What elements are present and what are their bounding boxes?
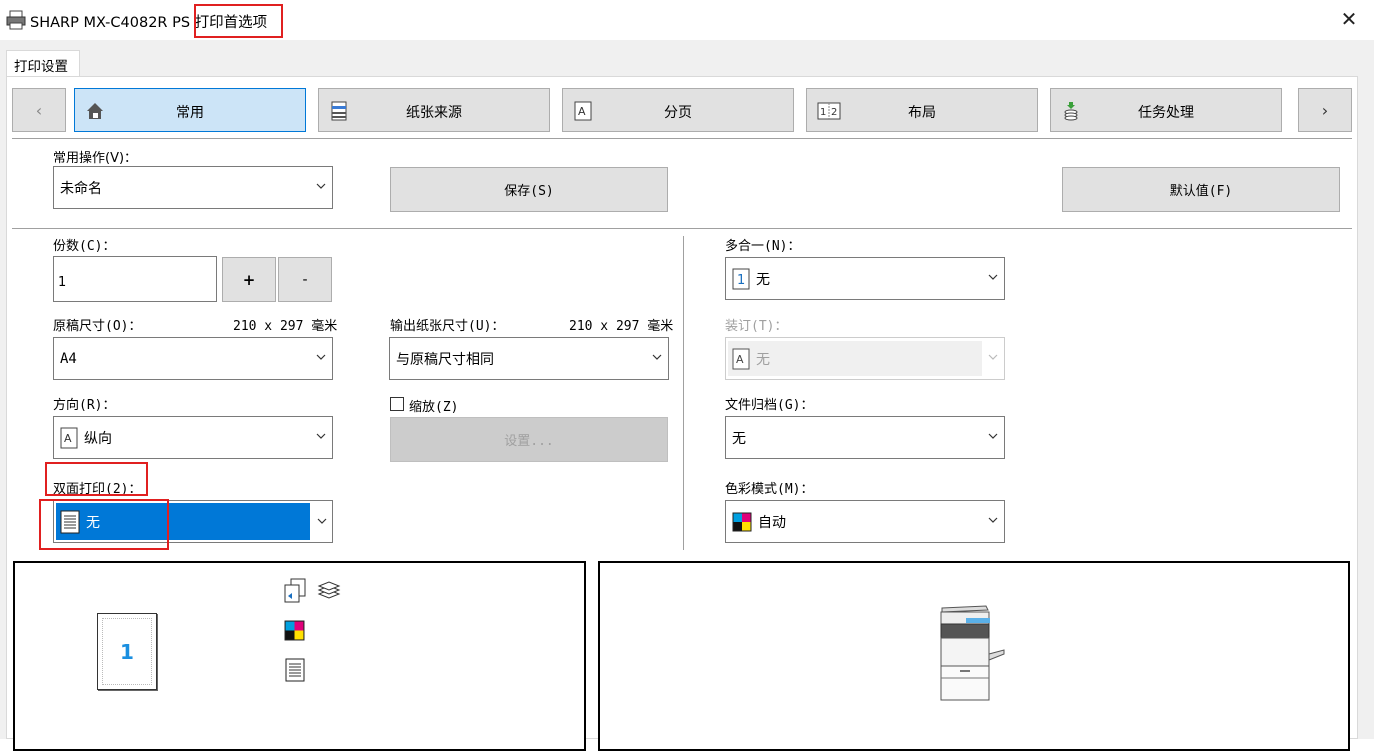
orientation-label: 方向(R)： (53, 398, 116, 413)
n-up-value: 无 (756, 271, 770, 288)
orientation-select[interactable]: A 纵向 (53, 416, 333, 459)
color-cmyk-icon (732, 512, 752, 531)
output-size-value: 与原稿尺寸相同 (396, 351, 494, 368)
default-button[interactable]: 默认值(F) (1062, 167, 1340, 212)
nav-item-paper-source[interactable]: 纸张来源 (318, 88, 550, 132)
nav-item-paging[interactable]: A 分页 (562, 88, 794, 132)
portrait-page-icon: A (60, 427, 78, 448)
n-up-digit: 1 (737, 273, 745, 288)
n-up-page-icon: 1 (732, 268, 750, 289)
nav-item-label: 纸张来源 (406, 105, 462, 121)
binding-value: 无 (756, 351, 770, 368)
portrait-letter: A (64, 432, 72, 445)
chevron-down-icon (988, 517, 998, 523)
collate-icon (284, 578, 306, 603)
binding-page-icon: A (732, 348, 750, 369)
favorites-label: 常用操作(V)： (53, 151, 138, 166)
n-up-select[interactable]: 1 无 (725, 257, 1005, 300)
n-up-label: 多合一(N)： (725, 239, 801, 254)
divider (12, 228, 1352, 229)
chevron-down-icon (316, 354, 326, 360)
original-size-dims: 210 x 297 毫米 (233, 319, 338, 334)
nav-item-label: 分页 (664, 105, 692, 121)
favorites-value: 未命名 (60, 180, 102, 197)
chevron-down-icon (316, 433, 326, 439)
printer-name: SHARP MX-C4082R PS (30, 15, 191, 31)
copies-minus-button[interactable]: - (278, 257, 332, 302)
original-size-label: 原稿尺寸(O)： (53, 319, 142, 334)
output-size-label: 输出纸张尺寸(U)： (390, 319, 505, 334)
stacked-paper-icon (317, 581, 341, 599)
favorites-select[interactable]: 未命名 (53, 166, 333, 209)
nav-item-label: 常用 (176, 105, 204, 121)
chevron-down-icon (316, 183, 326, 189)
printer-icon (6, 10, 26, 30)
column-divider (683, 236, 684, 550)
color-mode-label: 色彩模式(M)： (725, 482, 814, 497)
nav-prev-button[interactable]: ‹ (12, 88, 66, 132)
zoom-settings-button[interactable]: 设置... (390, 417, 668, 462)
nav-item-common[interactable]: 常用 (74, 88, 306, 132)
file-retention-value: 无 (732, 430, 746, 447)
binding-select[interactable]: A 无 (725, 337, 1005, 380)
nav-item-job-handling[interactable]: 任务处理 (1050, 88, 1282, 132)
output-size-select[interactable]: 与原稿尺寸相同 (389, 337, 669, 380)
duplex-value-highlight (39, 499, 169, 550)
zoom-label: 缩放(Z) (409, 400, 459, 415)
divider (12, 138, 1352, 139)
color-mode-value: 自动 (758, 514, 786, 531)
original-size-select[interactable]: A4 (53, 337, 333, 380)
copies-value: 1 (58, 275, 67, 290)
single-sided-page-icon (285, 658, 305, 682)
preview-page-number: 1 (120, 640, 134, 664)
binding-label: 装订(T)： (725, 319, 788, 334)
nav-item-label: 布局 (908, 105, 936, 121)
nav-item-label: 任务处理 (1138, 105, 1194, 121)
chevron-down-icon (988, 354, 998, 360)
copies-input[interactable]: 1 (53, 256, 217, 302)
preview-page: 1 (97, 613, 157, 690)
chevron-left-icon: ‹ (35, 100, 43, 120)
copies-plus-button[interactable]: + (222, 257, 276, 302)
chevron-down-icon (988, 274, 998, 280)
file-retention-label: 文件归档(G)： (725, 398, 814, 413)
chevron-right-icon: › (1321, 100, 1329, 120)
nav-item-layout[interactable]: 12 布局 (806, 88, 1038, 132)
color-cmyk-icon (284, 620, 305, 641)
nav-next-button[interactable]: › (1298, 88, 1352, 132)
tab-print-settings[interactable]: 打印设置 (6, 50, 80, 77)
save-button[interactable]: 保存(S) (390, 167, 668, 212)
printer-device-icon (940, 605, 1005, 701)
title-highlight-box (194, 4, 283, 38)
chevron-down-icon (317, 518, 327, 524)
binding-letter: A (736, 353, 744, 366)
chevron-down-icon (988, 433, 998, 439)
chevron-down-icon (652, 354, 662, 360)
output-size-dims: 210 x 297 毫米 (569, 319, 674, 334)
file-retention-select[interactable]: 无 (725, 416, 1005, 459)
original-size-value: A4 (60, 350, 77, 367)
close-button[interactable]: ✕ (1336, 6, 1362, 32)
duplex-label-highlight (45, 462, 148, 496)
color-mode-select[interactable]: 自动 (725, 500, 1005, 543)
copies-label: 份数(C)： (53, 239, 116, 254)
zoom-checkbox[interactable] (390, 397, 404, 411)
orientation-value: 纵向 (84, 430, 112, 447)
